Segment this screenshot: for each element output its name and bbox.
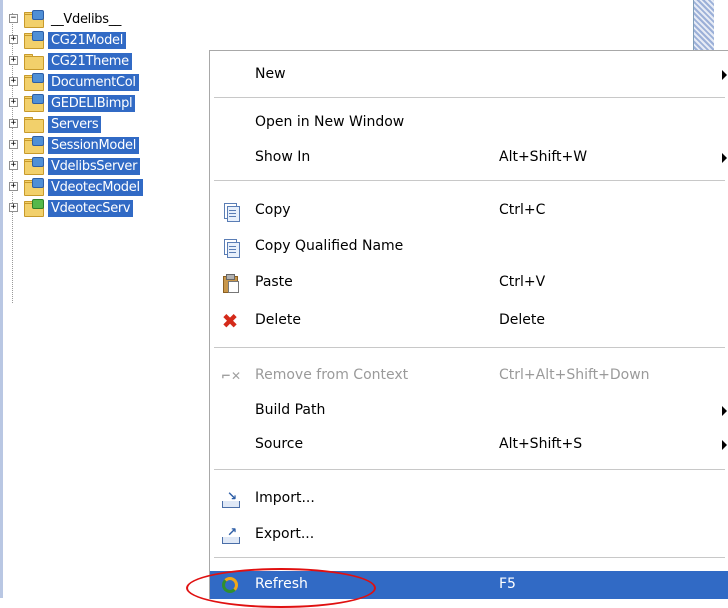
menu-item-label: Export... bbox=[255, 526, 315, 542]
tree-item-label: VdeotecModel bbox=[48, 178, 143, 196]
tree-item-documentcol[interactable]: + DocumentCol bbox=[9, 72, 139, 92]
tree-item-servers[interactable]: + Servers bbox=[9, 114, 102, 134]
menu-item-show-in[interactable]: Show In Alt+Shift+W bbox=[210, 144, 728, 172]
menu-separator bbox=[214, 557, 725, 558]
menu-item-delete[interactable]: ✖ Delete Delete bbox=[210, 307, 728, 335]
menu-item-open-in-new-window[interactable]: Open in New Window bbox=[210, 109, 728, 137]
paste-icon bbox=[221, 274, 239, 293]
menu-item-label: Paste bbox=[255, 274, 293, 290]
menu-item-new[interactable]: New bbox=[210, 61, 728, 89]
tree-item-vdelibsserver[interactable]: + VdelibsServer bbox=[9, 156, 141, 176]
menu-item-remove-from-context[interactable]: ⌐✕ Remove from Context Ctrl+Alt+Shift+Do… bbox=[210, 362, 728, 390]
menu-item-paste[interactable]: Paste Ctrl+V bbox=[210, 269, 728, 297]
remove-context-icon: ⌐✕ bbox=[221, 369, 242, 383]
menu-item-label: Delete bbox=[255, 312, 301, 328]
menu-item-label: Source bbox=[255, 436, 304, 452]
folder-icon bbox=[22, 52, 46, 70]
tree-item-label: __Vdelibs__ bbox=[51, 11, 122, 27]
menu-item-label: Show In bbox=[255, 149, 311, 165]
copy-icon bbox=[221, 202, 240, 222]
tree-item-label: GEDELIBimpl bbox=[48, 94, 136, 112]
menu-item-label: Copy bbox=[255, 202, 291, 218]
expand-icon[interactable]: + bbox=[9, 35, 18, 44]
project-folder-icon bbox=[22, 178, 46, 196]
menu-separator bbox=[214, 469, 725, 470]
project-folder-icon bbox=[22, 136, 46, 154]
tree-item-vdeotecmodel[interactable]: + VdeotecModel bbox=[9, 177, 143, 197]
menu-item-shortcut: Alt+Shift+W bbox=[499, 149, 588, 165]
menu-item-copy-qualified-name[interactable]: Copy Qualified Name bbox=[210, 233, 728, 261]
tree-item-label: VdelibsServer bbox=[48, 157, 141, 175]
tree-item-label: DocumentCol bbox=[48, 73, 139, 91]
menu-item-shortcut: Ctrl+Alt+Shift+Down bbox=[499, 367, 650, 383]
delete-icon: ✖ bbox=[221, 309, 239, 333]
project-folder-icon bbox=[22, 73, 46, 91]
expand-icon[interactable]: + bbox=[9, 119, 18, 128]
project-folder-icon bbox=[22, 31, 46, 49]
tree-item-cg21model[interactable]: + CG21Model bbox=[9, 30, 127, 50]
expand-icon[interactable]: + bbox=[9, 98, 18, 107]
project-folder-icon bbox=[22, 10, 46, 28]
expand-icon[interactable]: + bbox=[9, 203, 18, 212]
collapse-icon[interactable]: − bbox=[9, 14, 18, 23]
menu-item-label: Remove from Context bbox=[255, 367, 409, 383]
menu-item-build-path[interactable]: Build Path bbox=[210, 397, 728, 425]
menu-item-shortcut: Ctrl+V bbox=[499, 274, 546, 290]
menu-item-shortcut: F5 bbox=[499, 576, 516, 592]
submenu-arrow-icon bbox=[722, 153, 727, 163]
menu-item-shortcut: Alt+Shift+S bbox=[499, 436, 583, 452]
folder-icon bbox=[22, 115, 46, 133]
expand-icon[interactable]: + bbox=[9, 161, 18, 170]
copy-qualified-name-icon bbox=[221, 238, 240, 258]
expand-icon[interactable]: + bbox=[9, 140, 18, 149]
menu-item-copy[interactable]: Copy Ctrl+C bbox=[210, 197, 728, 225]
expand-icon[interactable]: + bbox=[9, 56, 18, 65]
expand-icon[interactable]: + bbox=[9, 182, 18, 191]
menu-item-label: Import... bbox=[255, 490, 315, 506]
expand-icon[interactable]: + bbox=[9, 77, 18, 86]
context-menu: New Open in New Window Show In Alt+Shift… bbox=[209, 50, 728, 599]
menu-item-source[interactable]: Source Alt+Shift+S bbox=[210, 431, 728, 459]
menu-item-label: Copy Qualified Name bbox=[255, 238, 404, 254]
export-icon: ↗ bbox=[221, 525, 240, 544]
menu-item-label: Build Path bbox=[255, 402, 326, 418]
submenu-arrow-icon bbox=[722, 70, 727, 80]
project-folder-icon bbox=[22, 157, 46, 175]
menu-separator bbox=[214, 180, 725, 181]
project-folder-icon bbox=[22, 94, 46, 112]
tree-item-label: CG21Theme bbox=[48, 52, 132, 70]
tree-item-cg21theme[interactable]: + CG21Theme bbox=[9, 51, 132, 71]
menu-item-shortcut: Delete bbox=[499, 312, 545, 328]
import-icon: ↘ bbox=[221, 489, 240, 508]
tree-item-label: SessionModel bbox=[48, 136, 140, 154]
tree-item-vdeotecserv[interactable]: + VdeotecServ bbox=[9, 198, 134, 218]
menu-item-shortcut: Ctrl+C bbox=[499, 202, 546, 218]
submenu-arrow-icon bbox=[722, 440, 727, 450]
tree-item-label: Servers bbox=[48, 115, 102, 133]
menu-separator bbox=[214, 97, 725, 98]
menu-item-label: New bbox=[255, 66, 286, 82]
submenu-arrow-icon bbox=[722, 406, 727, 416]
project-folder-icon bbox=[22, 199, 46, 217]
annotation-ellipse bbox=[186, 568, 376, 608]
menu-item-export[interactable]: ↗ Export... bbox=[210, 521, 728, 549]
tree-item-sessionmodel[interactable]: + SessionModel bbox=[9, 135, 140, 155]
menu-item-import[interactable]: ↘ Import... bbox=[210, 485, 728, 513]
menu-separator bbox=[214, 347, 725, 348]
package-explorer-tree: − __Vdelibs__ + CG21Model + CG21Theme + … bbox=[0, 0, 230, 330]
tree-item-label: VdeotecServ bbox=[48, 199, 134, 217]
tree-item-label: CG21Model bbox=[48, 31, 127, 49]
tree-item-vdelibs[interactable]: − __Vdelibs__ bbox=[9, 9, 124, 29]
menu-item-label: Open in New Window bbox=[255, 114, 405, 130]
tree-item-gedelibimpl[interactable]: + GEDELIBimpl bbox=[9, 93, 136, 113]
